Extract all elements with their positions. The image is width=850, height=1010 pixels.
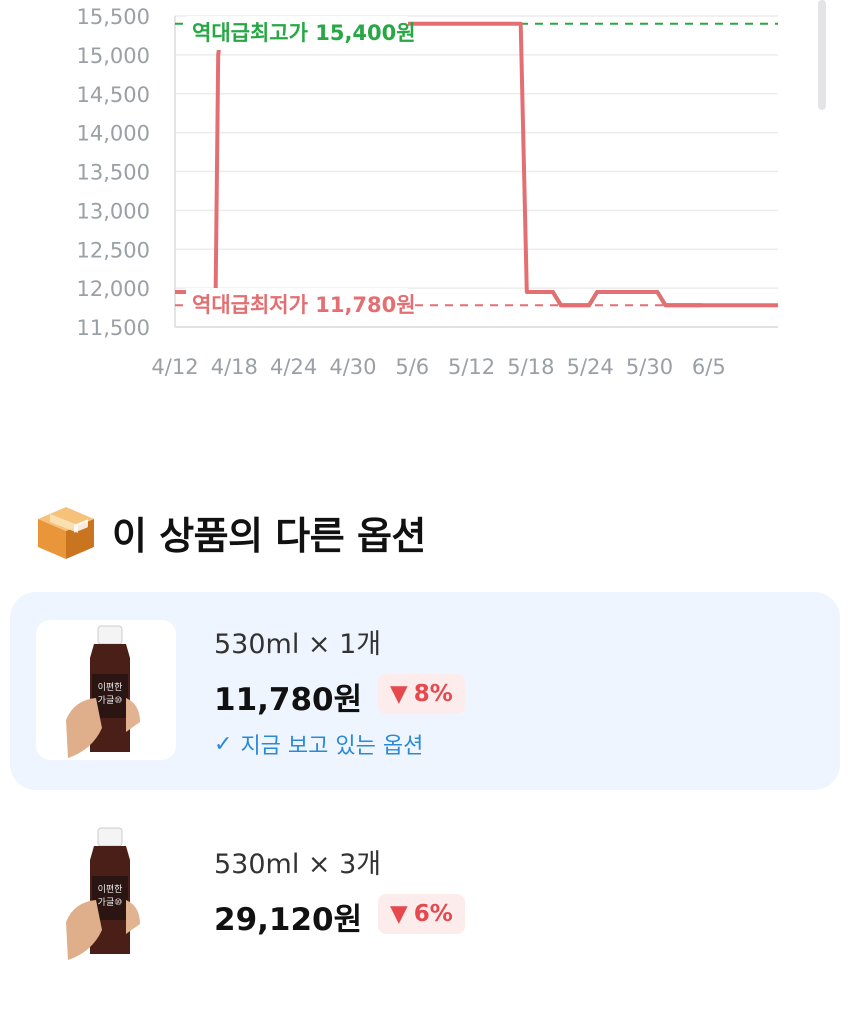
product-thumbnail: 이편한 가글⑩ [36,822,176,962]
product-thumbnail: 이편한 가글⑩ [36,620,176,760]
y-tick-label: 15,000 [77,44,150,68]
price-line-red [175,21,778,308]
option-card[interactable]: 이편한 가글⑩ 530ml × 3개 29,120원 ▼ 6% [10,812,840,1010]
y-tick-label: 11,500 [77,316,150,340]
y-tick-label: 15,500 [77,5,150,29]
y-tick-label: 12,500 [77,238,150,262]
x-tick-label: 4/18 [211,355,258,379]
option-name: 530ml × 1개 [214,629,382,660]
y-tick-label: 13,000 [77,199,150,223]
price-history-chart: 15,500 15,000 14,500 14,000 13,500 13,000 12,5… [77,5,778,379]
gargle-bottle-image: 이편한 가글⑩ [66,827,140,960]
low-price-label: 역대급최저가 11,780원 [192,293,416,317]
x-tick-label: 5/6 [395,355,429,379]
gargle-bottle-image: 이편한 가글⑩ [66,625,140,758]
svg-text:이편한: 이편한 [98,681,123,693]
other-options-heading: 이 상품의 다른 옵션 [34,503,426,561]
option-card-current[interactable]: 이편한 가글⑩ 530ml × 1개 11,780원 ▼ 8% ✓ 지금 보고 … [10,592,840,790]
y-tick-label: 12,000 [77,277,150,301]
discount-rate: 6% [413,901,453,927]
x-tick-label: 4/24 [270,355,317,379]
discount-badge: ▼ 6% [378,894,465,934]
option-name: 530ml × 3개 [214,849,382,880]
package-box-icon [38,507,94,559]
discount-rate: 8% [413,681,453,707]
y-tick-label: 14,500 [77,83,150,107]
current-option-indicator: ✓ 지금 보고 있는 옵션 [214,728,423,760]
option-price: 11,780원 [214,682,363,718]
x-tick-label: 4/30 [329,355,376,379]
y-tick-label: 13,500 [77,161,150,185]
x-tick-label: 5/24 [567,355,614,379]
svg-text:이편한: 이편한 [98,883,123,895]
x-tick-label: 5/12 [448,355,495,379]
x-tick-label: 6/5 [692,355,726,379]
x-tick-label: 5/18 [507,355,554,379]
option-price: 29,120원 [214,902,363,938]
current-option-label: 지금 보고 있는 옵션 [240,734,424,759]
discount-badge: ▼ 8% [378,674,465,714]
y-tick-label: 14,000 [77,122,150,146]
high-price-label: 역대급최고가 15,400원 [192,21,416,45]
svg-text:가글⑩: 가글⑩ [98,897,123,908]
svg-text:가글⑩: 가글⑩ [98,695,123,706]
section-title: 이 상품의 다른 옵션 [112,513,426,558]
x-tick-label: 5/30 [626,355,673,379]
down-triangle-icon: ▼ [390,901,408,927]
x-tick-label: 4/12 [151,355,198,379]
down-triangle-icon: ▼ [390,681,408,707]
checkmark-icon: ✓ [214,731,233,757]
